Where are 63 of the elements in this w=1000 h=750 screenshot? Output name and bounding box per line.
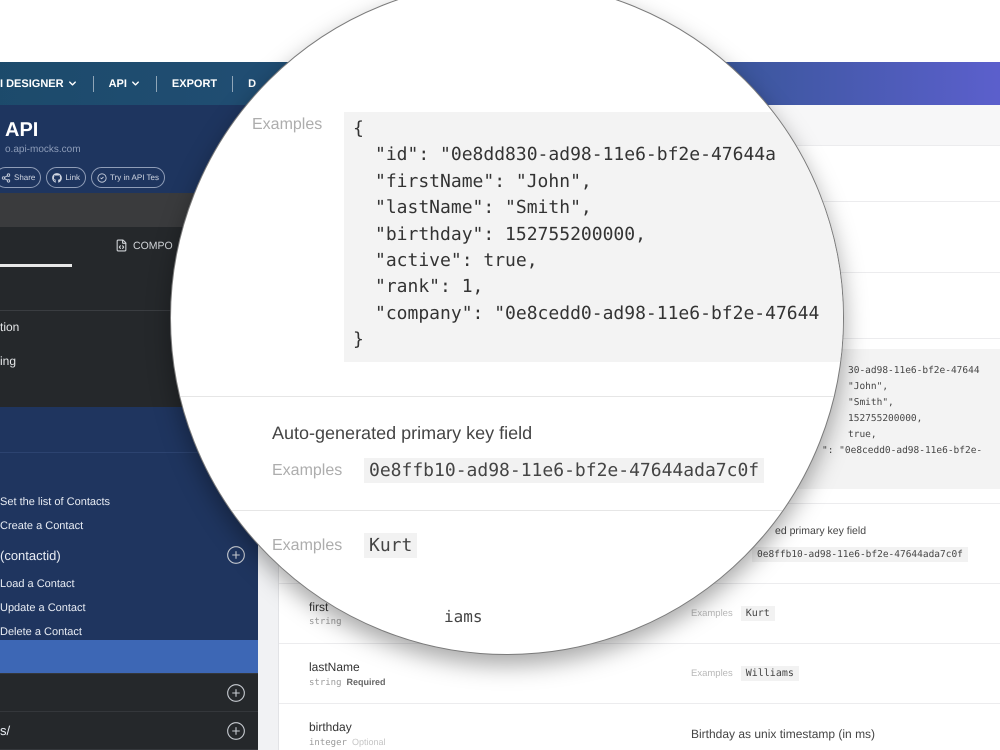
resource-item[interactable]: (contactid) xyxy=(0,548,61,563)
operation-item[interactable]: Update a Contact xyxy=(0,602,86,614)
operation-item[interactable]: Set the list of Contacts xyxy=(0,496,110,508)
add-icon[interactable] xyxy=(226,720,246,741)
project-url: o.api-mocks.com xyxy=(5,144,82,155)
code-line: "id": "0e8dd830-ad98-11e6-bf2e-47644a xyxy=(374,143,777,168)
sidebar-item[interactable]: tion xyxy=(0,319,20,336)
code-line: } xyxy=(353,328,365,352)
nav-menu-item[interactable]: I DESIGNER xyxy=(0,76,78,90)
add-icon[interactable] xyxy=(226,682,246,703)
example-value: 0e8ffb10-ad98-11e6-bf2e-47644ada7c0f xyxy=(752,547,968,562)
code-line: 30-ad98-11e6-bf2e-47644 xyxy=(848,364,981,378)
field-description: ed primary key field xyxy=(775,525,866,537)
sidebar-item[interactable]: ing xyxy=(0,353,16,370)
code-line: "lastName": "Smith", xyxy=(374,196,593,220)
field-name: first xyxy=(309,600,330,614)
code-line: 152755200000, xyxy=(848,412,924,426)
code-line: "rank": 1, xyxy=(374,275,484,300)
code-line: ": "0e8cedd0-ad98-11e6-bf2e- xyxy=(822,444,984,458)
code-line: "Smith", xyxy=(848,396,895,410)
example-value: 0e8ffb10-ad98-11e6-bf2e-47644ada7c0f xyxy=(364,458,764,484)
example-value: Williams xyxy=(740,666,799,681)
file-code-icon xyxy=(115,239,128,252)
operation-item[interactable]: Delete a Contact xyxy=(0,626,82,638)
nav-menu-item[interactable]: EXPORT xyxy=(172,76,218,90)
pill-button[interactable]: Try in API Tes xyxy=(91,167,165,188)
requirement-label: Required xyxy=(346,676,386,686)
code-line: "company": "0e8cedd0-ad98-11e6-bf2e-47644 xyxy=(374,302,820,326)
field-description: Birthday as unix timestamp (in ms) xyxy=(691,726,876,740)
code-line: "firstName": "John", xyxy=(374,170,593,194)
examples-label: Examples xyxy=(272,460,344,481)
code-line: "John", xyxy=(848,380,890,394)
check-circle-icon xyxy=(97,172,108,182)
code-line: "birthday": 152755200000, xyxy=(374,222,647,247)
code-line: "active": true, xyxy=(374,249,539,274)
code-line: true, xyxy=(848,428,878,442)
requirement-label: Optional xyxy=(352,736,386,746)
operation-item[interactable]: Create a Contact xyxy=(0,520,84,532)
github-icon xyxy=(52,172,62,182)
field-type: string xyxy=(309,678,342,688)
operation-item[interactable]: Load a Contact xyxy=(0,578,75,590)
resource-path: s/ xyxy=(0,723,10,738)
field-type: integer xyxy=(309,738,347,748)
share-icon xyxy=(1,172,11,182)
example-value: Kurt xyxy=(364,533,418,558)
add-icon[interactable] xyxy=(226,545,246,566)
nav-menu-item[interactable]: API xyxy=(108,76,141,90)
code-line: { xyxy=(353,117,365,141)
field-type: string xyxy=(309,617,342,627)
pill-button[interactable]: Share xyxy=(0,167,42,188)
nav-menu-item[interactable]: D xyxy=(248,76,256,90)
field-name: lastName xyxy=(309,660,361,674)
examples-label: Examples xyxy=(272,536,344,556)
field-description: Auto-generated primary key field xyxy=(272,422,534,444)
example-value: Kurt xyxy=(740,606,775,621)
resource-row[interactable]: s/ xyxy=(0,712,258,750)
sidebar-tab[interactable]: COMPO xyxy=(115,239,173,255)
example-value: iams xyxy=(444,606,483,626)
examples-label: Examples xyxy=(691,668,733,679)
examples-label: Examples xyxy=(691,608,733,619)
examples-label: Examples xyxy=(252,115,324,135)
field-name: birthday xyxy=(309,720,353,734)
pill-button[interactable]: Link xyxy=(46,167,86,188)
